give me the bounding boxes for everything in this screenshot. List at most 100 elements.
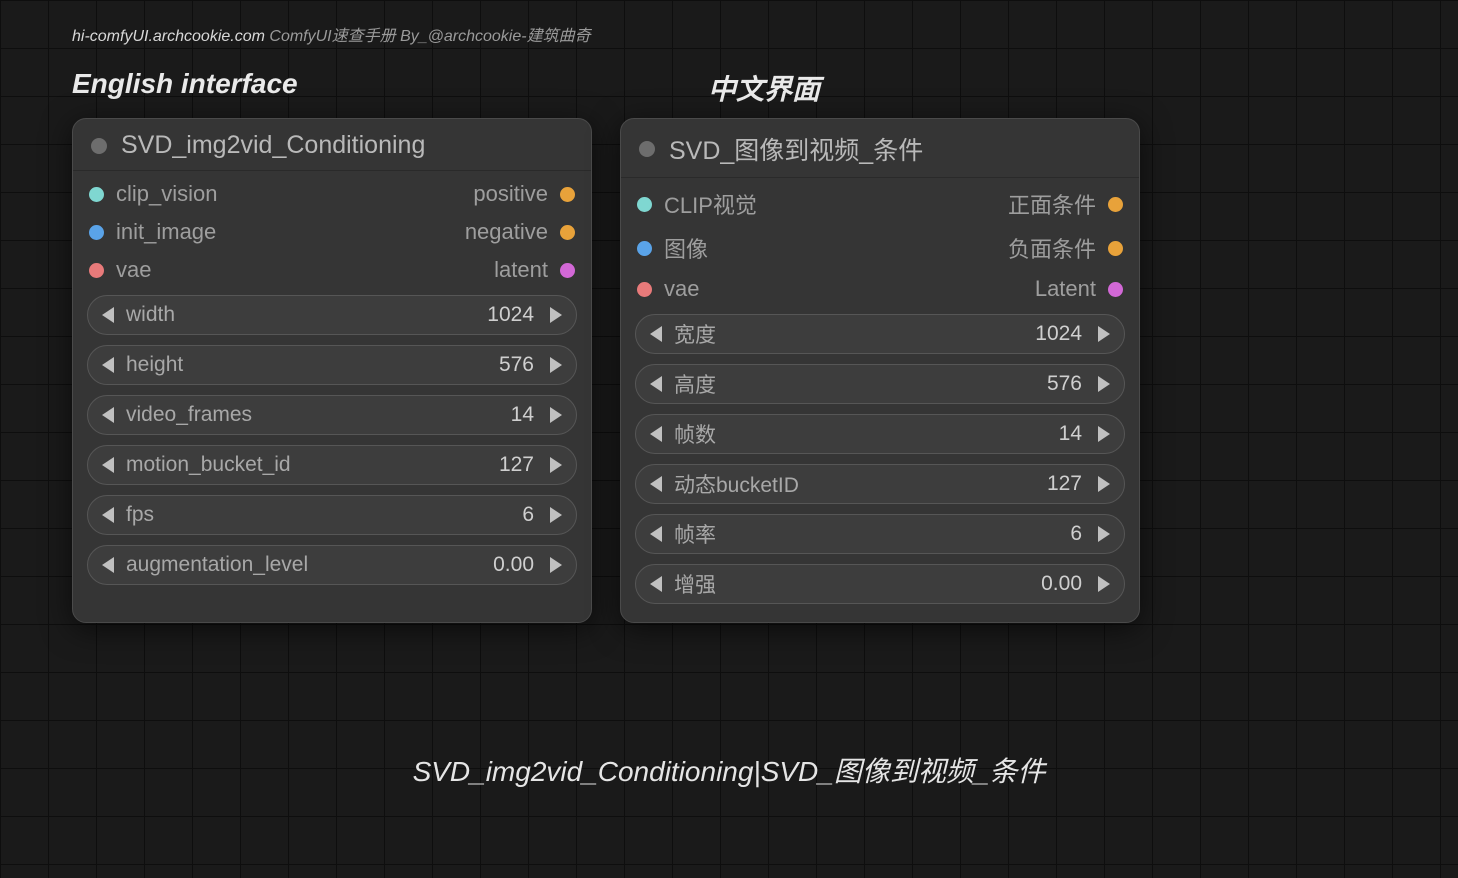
output-port[interactable]: 负面条件 [1008, 228, 1123, 268]
port-dot-icon[interactable] [1108, 197, 1123, 212]
output-port[interactable]: positive [465, 177, 575, 211]
output-port-label: 负面条件 [1008, 232, 1096, 264]
params: width1024 height576 video_frames14 motion_b… [73, 289, 591, 603]
param-row[interactable]: 高度576 [635, 364, 1125, 404]
param-row[interactable]: motion_bucket_id127 [87, 445, 577, 485]
param-value[interactable]: 127 [291, 453, 534, 477]
decrement-icon[interactable] [102, 407, 114, 423]
param-value[interactable]: 0.00 [716, 572, 1082, 596]
param-value[interactable]: 6 [154, 503, 534, 527]
param-row[interactable]: video_frames14 [87, 395, 577, 435]
watermark: hi-comfyUI.archcookie.com ComfyUI速查手册 By… [72, 22, 591, 46]
decrement-icon[interactable] [650, 526, 662, 542]
param-value[interactable]: 1024 [175, 303, 534, 327]
increment-icon[interactable] [1098, 526, 1110, 542]
output-port-label: 正面条件 [1008, 188, 1096, 220]
output-port[interactable]: latent [465, 253, 575, 287]
param-value[interactable]: 14 [252, 403, 534, 427]
label-chinese: 中文界面 [708, 68, 820, 108]
param-label: 动态bucketID [674, 469, 799, 499]
port-dot-icon[interactable] [1108, 241, 1123, 256]
increment-icon[interactable] [550, 357, 562, 373]
param-row[interactable]: 增强0.00 [635, 564, 1125, 604]
increment-icon[interactable] [550, 407, 562, 423]
param-row[interactable]: augmentation_level0.00 [87, 545, 577, 585]
input-port[interactable]: 图像 [637, 228, 757, 268]
decrement-icon[interactable] [102, 457, 114, 473]
input-port[interactable]: vae [89, 253, 218, 287]
caption: SVD_img2vid_Conditioning|SVD_图像到视频_条件 [0, 750, 1458, 790]
decrement-icon[interactable] [650, 376, 662, 392]
collapse-toggle-icon[interactable] [639, 141, 655, 157]
increment-icon[interactable] [1098, 376, 1110, 392]
param-value[interactable]: 576 [183, 353, 534, 377]
param-label: 帧率 [674, 519, 716, 549]
output-port[interactable]: negative [465, 215, 575, 249]
node-header[interactable]: SVD_图像到视频_条件 [621, 119, 1139, 178]
param-label: 增强 [674, 569, 716, 599]
params: 宽度1024高度576帧数14动态bucketID127帧率6增强0.00 [621, 308, 1139, 622]
output-port[interactable]: 正面条件 [1008, 184, 1123, 224]
input-port-label: vae [116, 257, 151, 283]
input-port[interactable]: init_image [89, 215, 218, 249]
node-title: SVD_img2vid_Conditioning [121, 131, 425, 160]
increment-icon[interactable] [1098, 576, 1110, 592]
increment-icon[interactable] [550, 457, 562, 473]
collapse-toggle-icon[interactable] [91, 138, 107, 154]
increment-icon[interactable] [1098, 426, 1110, 442]
port-dot-icon[interactable] [89, 263, 104, 278]
output-port-label: latent [494, 257, 548, 283]
decrement-icon[interactable] [102, 557, 114, 573]
increment-icon[interactable] [550, 557, 562, 573]
param-label: fps [126, 503, 154, 527]
output-port[interactable]: Latent [1008, 272, 1123, 306]
decrement-icon[interactable] [650, 426, 662, 442]
param-label: video_frames [126, 403, 252, 427]
port-dot-icon[interactable] [1108, 282, 1123, 297]
decrement-icon[interactable] [102, 357, 114, 373]
output-port-label: negative [465, 219, 548, 245]
param-row[interactable]: 帧数14 [635, 414, 1125, 454]
port-dot-icon[interactable] [637, 241, 652, 256]
port-dot-icon[interactable] [560, 263, 575, 278]
input-port-label: vae [664, 276, 699, 302]
input-port[interactable]: CLIP视觉 [637, 184, 757, 224]
node-0[interactable]: SVD_img2vid_Conditioning clip_vision init_… [72, 118, 592, 623]
param-value[interactable]: 127 [799, 472, 1082, 496]
param-row[interactable]: 宽度1024 [635, 314, 1125, 354]
decrement-icon[interactable] [102, 307, 114, 323]
port-dot-icon[interactable] [560, 187, 575, 202]
decrement-icon[interactable] [102, 507, 114, 523]
param-label: motion_bucket_id [126, 453, 291, 477]
node-header[interactable]: SVD_img2vid_Conditioning [73, 119, 591, 171]
param-value[interactable]: 576 [716, 372, 1082, 396]
param-row[interactable]: height576 [87, 345, 577, 385]
param-value[interactable]: 0.00 [308, 553, 534, 577]
param-row[interactable]: fps6 [87, 495, 577, 535]
param-row[interactable]: 动态bucketID127 [635, 464, 1125, 504]
param-label: augmentation_level [126, 553, 308, 577]
increment-icon[interactable] [550, 507, 562, 523]
port-dot-icon[interactable] [89, 187, 104, 202]
param-row[interactable]: width1024 [87, 295, 577, 335]
decrement-icon[interactable] [650, 326, 662, 342]
decrement-icon[interactable] [650, 476, 662, 492]
param-label: 高度 [674, 369, 716, 399]
decrement-icon[interactable] [650, 576, 662, 592]
input-port[interactable]: clip_vision [89, 177, 218, 211]
input-port[interactable]: vae [637, 272, 757, 306]
ports: clip_vision init_imagevae positive negative… [73, 171, 591, 289]
param-value[interactable]: 1024 [716, 322, 1082, 346]
increment-icon[interactable] [1098, 476, 1110, 492]
param-value[interactable]: 6 [716, 522, 1082, 546]
param-row[interactable]: 帧率6 [635, 514, 1125, 554]
increment-icon[interactable] [550, 307, 562, 323]
param-label: 宽度 [674, 319, 716, 349]
param-value[interactable]: 14 [716, 422, 1082, 446]
port-dot-icon[interactable] [89, 225, 104, 240]
port-dot-icon[interactable] [637, 197, 652, 212]
increment-icon[interactable] [1098, 326, 1110, 342]
port-dot-icon[interactable] [637, 282, 652, 297]
node-1[interactable]: SVD_图像到视频_条件CLIP视觉图像vae正面条件负面条件Latent宽度1… [620, 118, 1140, 623]
port-dot-icon[interactable] [560, 225, 575, 240]
